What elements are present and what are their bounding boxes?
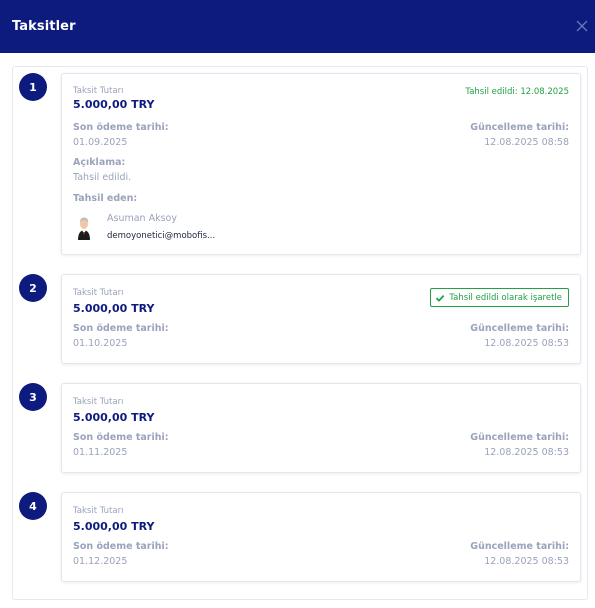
update-date-value: 12.08.2025 08:53 [484,447,569,458]
update-date-value: 12.08.2025 08:58 [484,137,569,148]
due-date-value: 01.09.2025 [73,137,128,148]
mark-as-paid-label: Tahsil edildi olarak işaretle [449,292,562,303]
due-date-label: Son ödeme tarihi: [73,323,169,334]
due-date-value: 01.11.2025 [73,447,128,458]
description-label: Açıklama: [73,157,126,168]
close-button[interactable] [574,18,590,34]
installment-number-badge: 3 [19,383,47,411]
avatar [73,214,95,240]
installment-number-badge: 4 [19,492,47,520]
check-icon [436,294,445,302]
installment-number-badge: 1 [19,73,47,101]
update-date-label: Güncelleme tarihi: [470,541,569,552]
amount-label: Taksit Tutarı [73,506,124,516]
due-date-label: Son ödeme tarihi: [73,432,169,443]
installment-card: Taksit Tutarı 5.000,00 TRY Son ödeme tar… [61,383,581,473]
update-date-label: Güncelleme tarihi: [470,122,569,133]
description-value: Tahsil edildi. [73,172,132,183]
amount-value: 5.000,00 TRY [73,520,155,533]
amount-value: 5.000,00 TRY [73,302,155,315]
close-icon [576,20,588,32]
amount-label: Taksit Tutarı [73,288,124,298]
installment-number-badge: 2 [19,274,47,302]
collector-name: Asuman Aksoy [107,213,177,224]
mark-as-paid-button[interactable]: Tahsil edildi olarak işaretle [430,288,569,307]
update-date-value: 12.08.2025 08:53 [484,338,569,349]
paid-status: Tahsil edildi: 12.08.2025 [465,87,569,97]
amount-label: Taksit Tutarı [73,86,124,96]
due-date-value: 01.10.2025 [73,338,128,349]
modal-header: Taksitler [0,0,595,53]
installment-card: Taksit Tutarı 5.000,00 TRY Son ödeme tar… [61,492,581,582]
update-date-label: Güncelleme tarihi: [470,323,569,334]
due-date-label: Son ödeme tarihi: [73,541,169,552]
installment-card: Taksit Tutarı 5.000,00 TRY Tahsil edildi… [61,73,581,255]
due-date-value: 01.12.2025 [73,556,128,567]
amount-value: 5.000,00 TRY [73,411,155,424]
amount-label: Taksit Tutarı [73,397,124,407]
collector-email: demoyonetici@mobofis... [107,231,216,241]
due-date-label: Son ödeme tarihi: [73,122,169,133]
amount-value: 5.000,00 TRY [73,98,155,111]
modal-title: Taksitler [12,19,76,34]
installment-card: Taksit Tutarı 5.000,00 TRY Tahsil edildi… [61,274,581,364]
update-date-value: 12.08.2025 08:53 [484,556,569,567]
update-date-label: Güncelleme tarihi: [470,432,569,443]
collector-label: Tahsil eden: [73,193,138,204]
